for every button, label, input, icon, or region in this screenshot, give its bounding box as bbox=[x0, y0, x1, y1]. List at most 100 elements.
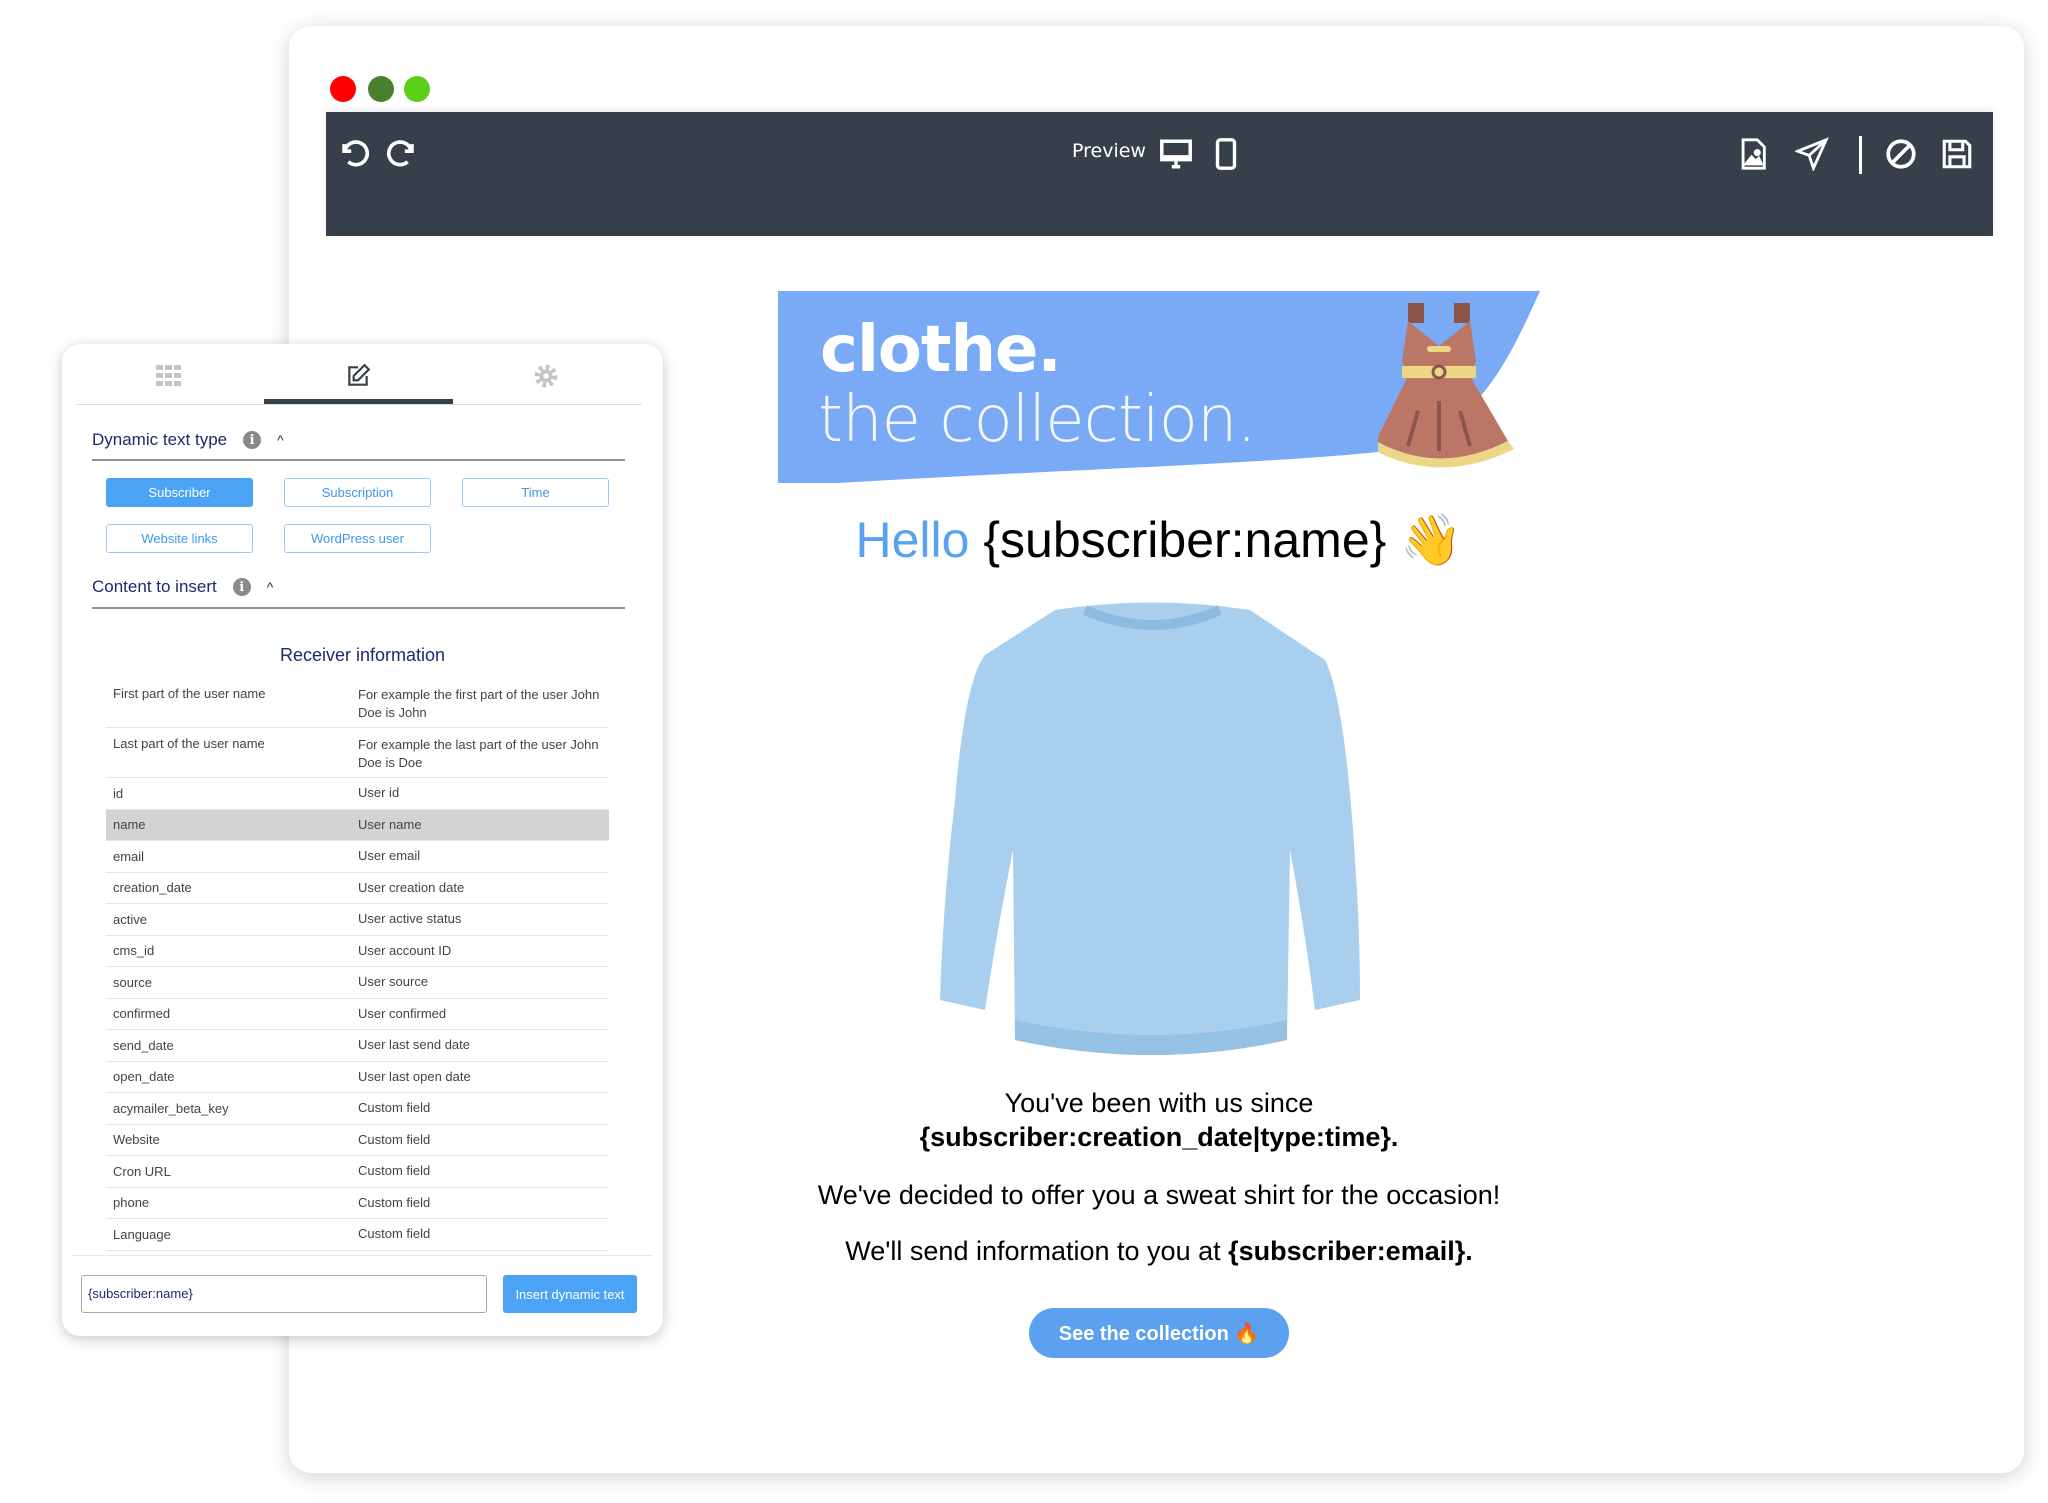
table-row[interactable]: send_date User last send date bbox=[106, 1030, 609, 1062]
table-row[interactable]: First part of the user name For example t… bbox=[106, 678, 609, 728]
dynamic-text-input[interactable]: {subscriber:name} bbox=[81, 1275, 487, 1313]
tab-blocks[interactable] bbox=[109, 356, 229, 396]
row-key: acymailer_beta_key bbox=[113, 1100, 229, 1116]
send-icon[interactable] bbox=[1792, 134, 1832, 174]
table-row[interactable]: Language Custom field bbox=[106, 1219, 609, 1251]
sweatshirt-image[interactable] bbox=[935, 600, 1370, 1065]
since-tag[interactable]: {subscriber:creation_date|type:time}. bbox=[778, 1122, 1540, 1153]
greeting-name-tag: {subscriber:name} bbox=[983, 512, 1387, 568]
type-subscriber-button[interactable]: Subscriber bbox=[106, 478, 253, 507]
receiver-title: Receiver information bbox=[279, 645, 446, 665]
maximize-window-button[interactable] bbox=[404, 76, 430, 102]
row-description: User last open date bbox=[358, 1068, 471, 1084]
row-key: open_date bbox=[113, 1069, 175, 1085]
banner-title: clothe. bbox=[820, 313, 1062, 387]
editor-toolbar: Preview bbox=[326, 112, 1993, 236]
row-description: Custom field bbox=[358, 1194, 431, 1210]
greeting[interactable]: Hello {subscriber:name} 👋 bbox=[778, 511, 1540, 570]
row-description: Custom field bbox=[358, 1100, 431, 1116]
save-icon[interactable] bbox=[1937, 134, 1977, 174]
row-key: cms_id bbox=[113, 943, 155, 959]
row-key: name bbox=[113, 817, 146, 833]
image-file-icon[interactable] bbox=[1733, 134, 1773, 174]
row-key: phone bbox=[113, 1195, 150, 1211]
redo-icon[interactable] bbox=[382, 134, 422, 174]
row-key: active bbox=[113, 911, 147, 927]
type-wordpress-user-button[interactable]: WordPress user bbox=[284, 524, 431, 553]
row-description: User id bbox=[358, 785, 400, 801]
tab-divider bbox=[76, 404, 642, 405]
tab-settings[interactable] bbox=[486, 356, 606, 396]
send-line[interactable]: We'll send information to you at {subscr… bbox=[778, 1236, 1540, 1267]
table-row[interactable]: open_date User last open date bbox=[106, 1062, 609, 1093]
row-description: For example the first part of the user J… bbox=[358, 687, 600, 720]
table-row[interactable]: cms_id User account ID bbox=[106, 936, 609, 967]
row-key: Last part of the user name bbox=[113, 736, 265, 751]
preview-label: Preview bbox=[1072, 140, 1146, 162]
row-description: Custom field bbox=[358, 1131, 431, 1147]
send-tag: {subscriber:email}. bbox=[1228, 1236, 1473, 1266]
wave-emoji: 👋 bbox=[1400, 512, 1463, 568]
dress-icon bbox=[1378, 303, 1514, 468]
blocks-icon bbox=[156, 365, 181, 386]
banner-subtitle: the collection. bbox=[818, 383, 1257, 457]
settings-icon bbox=[534, 364, 558, 388]
row-key: Website bbox=[113, 1132, 160, 1148]
info-icon[interactable]: i bbox=[243, 431, 262, 449]
row-key: id bbox=[113, 785, 124, 801]
cancel-icon[interactable] bbox=[1881, 134, 1921, 174]
insert-dynamic-text-button[interactable]: Insert dynamic text bbox=[503, 1275, 637, 1313]
dynamic-type-header[interactable]: Dynamic text type i ^ bbox=[92, 430, 284, 450]
row-key: Language bbox=[113, 1226, 171, 1242]
table-row[interactable]: name User name bbox=[106, 809, 609, 841]
active-tab-indicator bbox=[264, 399, 453, 404]
table-row[interactable]: source User source bbox=[106, 967, 609, 999]
row-description: User last send date bbox=[358, 1037, 471, 1053]
chevron-up-icon[interactable]: ^ bbox=[277, 432, 284, 448]
info-icon[interactable]: i bbox=[232, 578, 251, 596]
chevron-up-icon[interactable]: ^ bbox=[267, 579, 274, 595]
row-description: User confirmed bbox=[358, 1005, 447, 1021]
edit-icon bbox=[348, 363, 371, 386]
dynamic-type-label: Dynamic text type bbox=[92, 430, 228, 449]
row-description: User email bbox=[358, 848, 421, 864]
table-row[interactable]: active User active status bbox=[106, 904, 609, 936]
minimize-window-button[interactable] bbox=[368, 76, 394, 102]
table-row[interactable]: email User email bbox=[106, 841, 609, 873]
row-key: confirmed bbox=[113, 1006, 171, 1022]
greeting-hello: Hello bbox=[855, 512, 970, 568]
email-banner[interactable]: clothe. the collection. bbox=[778, 291, 1540, 483]
type-subscription-button[interactable]: Subscription bbox=[284, 478, 431, 507]
table-row[interactable]: Cron URL Custom field bbox=[106, 1156, 609, 1188]
row-description: User name bbox=[358, 816, 422, 832]
offer-line[interactable]: We've decided to offer you a sweat shirt… bbox=[778, 1180, 1540, 1211]
table-row[interactable]: confirmed User confirmed bbox=[106, 999, 609, 1030]
since-line[interactable]: You've been with us since bbox=[778, 1088, 1540, 1119]
table-row[interactable]: creation_date User creation date bbox=[106, 873, 609, 904]
tab-edit[interactable] bbox=[298, 356, 418, 396]
row-description: User active status bbox=[358, 911, 462, 927]
section-divider bbox=[92, 459, 625, 461]
type-time-button[interactable]: Time bbox=[462, 478, 609, 507]
close-window-button[interactable] bbox=[330, 76, 356, 102]
table-row[interactable]: Last part of the user name For example th… bbox=[106, 728, 609, 778]
footer-divider bbox=[72, 1255, 653, 1256]
row-description: Custom field bbox=[358, 1163, 431, 1179]
toolbar-separator bbox=[1859, 136, 1862, 174]
see-collection-button[interactable]: See the collection 🔥 bbox=[1029, 1308, 1289, 1358]
table-row[interactable]: acymailer_beta_key Custom field bbox=[106, 1093, 609, 1125]
row-description: Custom field bbox=[358, 1226, 431, 1242]
undo-icon[interactable] bbox=[334, 134, 374, 174]
table-row[interactable]: id User id bbox=[106, 778, 609, 810]
type-website-links-button[interactable]: Website links bbox=[106, 524, 253, 553]
row-description: User source bbox=[358, 974, 429, 990]
dynamic-text-panel: Dynamic text type i ^ Subscriber Subscript… bbox=[62, 344, 663, 1336]
desktop-icon[interactable] bbox=[1156, 134, 1196, 174]
receiver-table: First part of the user name For example t… bbox=[106, 678, 609, 1251]
row-description: User account ID bbox=[358, 942, 452, 958]
content-insert-header[interactable]: Content to insert i ^ bbox=[92, 577, 273, 597]
section-divider bbox=[92, 607, 625, 609]
mobile-icon[interactable] bbox=[1206, 134, 1246, 174]
table-row[interactable]: phone Custom field bbox=[106, 1188, 609, 1219]
table-row[interactable]: Website Custom field bbox=[106, 1125, 609, 1156]
